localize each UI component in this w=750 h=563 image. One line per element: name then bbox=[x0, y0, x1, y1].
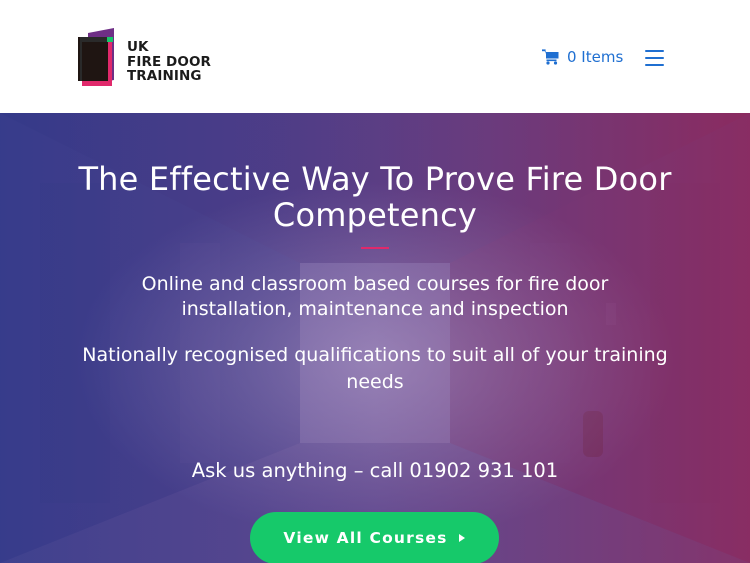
cta-label: View All Courses bbox=[283, 529, 448, 547]
caret-right-icon bbox=[458, 534, 465, 542]
logo-line-2: FIRE DOOR bbox=[127, 53, 212, 70]
contact-phone-text: Ask us anything – call 01902 931 101 bbox=[191, 459, 559, 482]
site-header: UK FIRE DOOR TRAINING 0 Items bbox=[0, 0, 750, 113]
menu-bar bbox=[645, 57, 664, 59]
shopping-cart-icon bbox=[542, 49, 559, 65]
cart-link[interactable]: 0 Items bbox=[542, 47, 623, 67]
logo-line-3: TRAINING bbox=[127, 68, 202, 84]
cart-label: 0 Items bbox=[567, 48, 624, 66]
title-divider bbox=[361, 247, 389, 249]
hero-subtitle-courses: Online and classroom based courses for f… bbox=[141, 273, 609, 320]
hero-section: The Effective Way To Prove Fire Door Com… bbox=[0, 113, 750, 563]
logo-mark-icon bbox=[78, 28, 114, 86]
menu-bar bbox=[645, 64, 664, 66]
hero-subtitle-qualifications: Nationally recognised qualifications to … bbox=[82, 344, 668, 393]
logo-line-1: UK bbox=[127, 39, 149, 55]
brand-logo[interactable]: UK FIRE DOOR TRAINING bbox=[74, 28, 224, 86]
hero-title: The Effective Way To Prove Fire Door Com… bbox=[78, 160, 672, 234]
menu-bar bbox=[645, 50, 664, 52]
hamburger-menu-icon[interactable] bbox=[645, 50, 664, 66]
view-all-courses-button[interactable]: View All Courses bbox=[250, 512, 499, 563]
logo-text: UK FIRE DOOR TRAINING bbox=[127, 40, 211, 84]
